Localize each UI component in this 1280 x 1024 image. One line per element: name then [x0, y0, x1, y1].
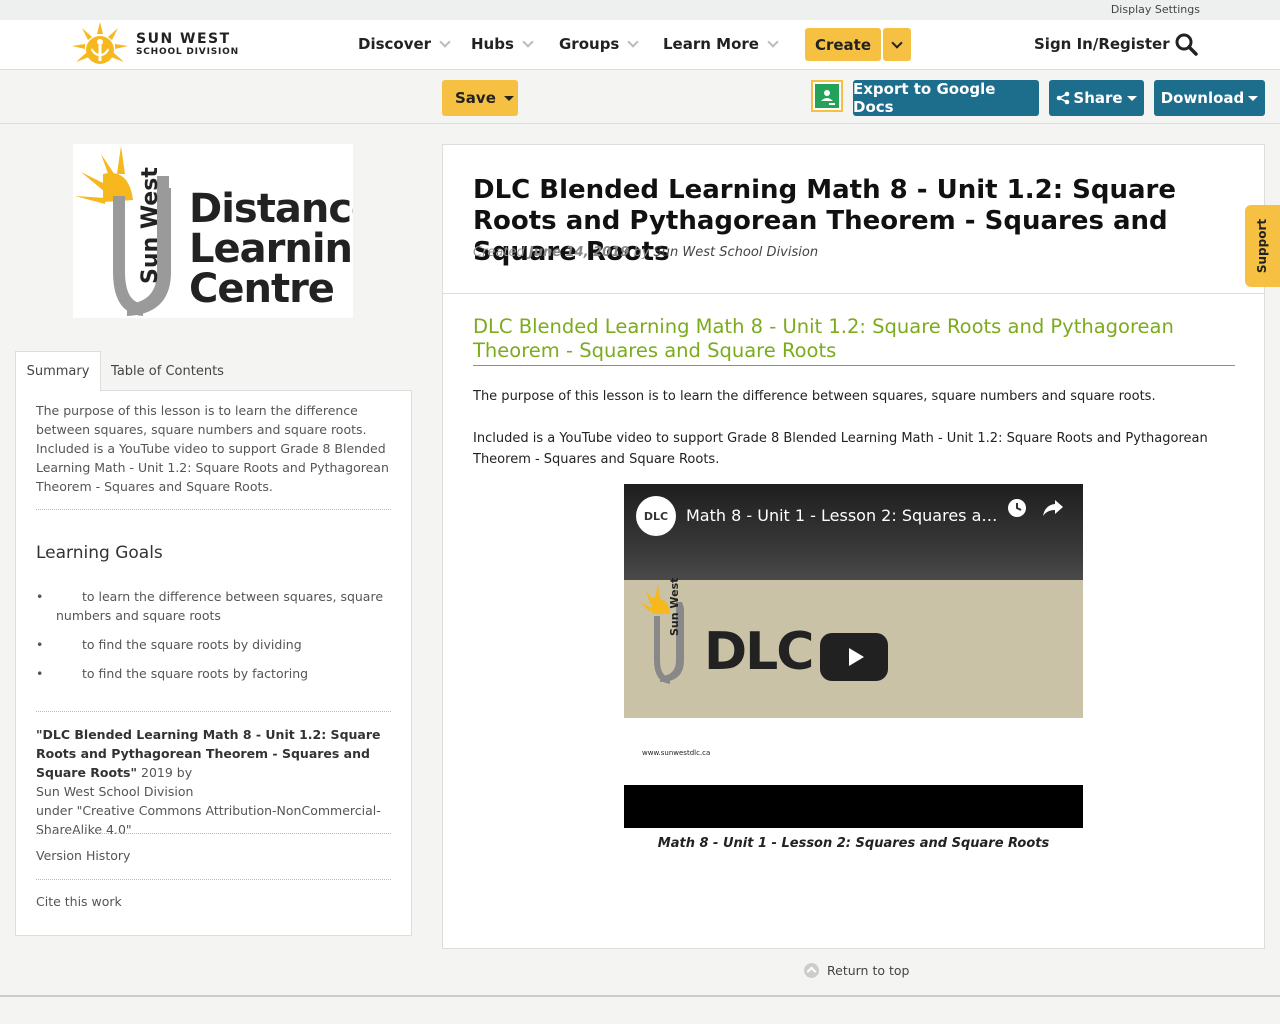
nav-discover-label: Discover	[358, 35, 432, 53]
video-sun-west-text: Sun West	[668, 577, 681, 636]
divider	[36, 879, 391, 880]
author-link[interactable]: Sun West School Division	[654, 245, 819, 260]
license-year: 2019 by	[137, 765, 193, 780]
list-item: to find the square roots by factoring	[36, 664, 391, 683]
license-info: "DLC Blended Learning Math 8 - Unit 1.2:…	[36, 725, 391, 839]
learning-goals-list: to learn the difference between squares,…	[36, 587, 391, 693]
play-icon	[848, 648, 864, 666]
learning-goals-heading: Learning Goals	[36, 543, 163, 563]
download-button[interactable]: Download	[1154, 80, 1265, 116]
dlc-logo-line3: Centre	[189, 266, 334, 312]
created-by: by	[633, 245, 650, 260]
main-navbar: SUN WEST SCHOOL DIVISION Discover Hubs G…	[0, 20, 1280, 70]
chevron-down-icon	[522, 36, 534, 48]
nav-discover[interactable]: Discover	[358, 35, 451, 53]
distance-learning-centre-logo: Sun West Distance Learning Centre	[73, 144, 381, 318]
support-tab[interactable]: Support	[1245, 205, 1280, 287]
tab-summary[interactable]: Summary	[15, 351, 101, 391]
sign-in-register-link[interactable]: Sign In/Register	[1034, 35, 1170, 53]
video-title[interactable]: Math 8 - Unit 1 - Lesson 2: Squares and …	[686, 506, 1006, 525]
section-heading: DLC Blended Learning Math 8 - Unit 1.2: …	[473, 315, 1235, 366]
video-url-text: www.sunwestdlc.ca	[642, 749, 711, 757]
version-history-link[interactable]: Version History	[36, 848, 391, 863]
divider	[36, 833, 391, 834]
save-button[interactable]: Save	[442, 80, 518, 116]
list-item: to find the square roots by dividing	[36, 635, 391, 654]
caret-down-icon	[1126, 95, 1137, 101]
resource-toolbar: Save Export to Google Docs Share Downloa…	[0, 70, 1280, 124]
intro-paragraph: The purpose of this lesson is to learn t…	[473, 389, 1156, 404]
sun-logo-icon	[72, 22, 128, 64]
chevron-down-icon	[627, 36, 640, 48]
utility-bar: Display Settings	[0, 0, 1280, 20]
nav-learn-more-label: Learn More	[663, 35, 759, 53]
created-date: June 14, 2019	[528, 245, 630, 260]
nav-learn-more[interactable]: Learn More	[663, 35, 779, 53]
cite-work-link[interactable]: Cite this work	[36, 894, 391, 909]
create-button[interactable]: Create	[805, 28, 881, 61]
logo-line1: SUN WEST	[136, 30, 231, 47]
list-item: to learn the difference between squares,…	[36, 587, 391, 625]
nav-hubs-label: Hubs	[471, 35, 514, 53]
watch-later-icon[interactable]	[1007, 498, 1027, 518]
nav-hubs[interactable]: Hubs	[471, 35, 534, 53]
license-author: Sun West School Division	[36, 784, 194, 799]
youtube-video-embed[interactable]: DLC Math 8 - Unit 1 - Lesson 2: Squares …	[624, 484, 1083, 828]
search-icon[interactable]	[1174, 32, 1198, 56]
support-label: Support	[1255, 218, 1270, 274]
export-google-docs-button[interactable]: Export to Google Docs	[853, 80, 1039, 116]
share-icon	[1057, 91, 1070, 105]
logo-line2: SCHOOL DIVISION	[136, 46, 239, 57]
nav-groups-label: Groups	[559, 35, 620, 53]
divider	[36, 711, 391, 712]
nav-groups[interactable]: Groups	[559, 35, 640, 53]
resource-header: DLC Blended Learning Math 8 - Unit 1.2: …	[443, 145, 1264, 294]
display-settings-link[interactable]: Display Settings	[1111, 3, 1200, 16]
main-content: DLC Blended Learning Math 8 - Unit 1.2: …	[442, 144, 1265, 949]
chevron-down-icon	[439, 36, 451, 48]
share-label: Share	[1073, 89, 1123, 107]
created-info: Created June 14, 2019 by Sun West School…	[473, 245, 818, 260]
share-button[interactable]: Share	[1049, 80, 1144, 116]
play-button[interactable]	[820, 633, 888, 681]
return-to-top-label: Return to top	[827, 963, 910, 978]
arrow-up-icon	[804, 963, 819, 978]
video-description: Included is a YouTube video to support G…	[473, 431, 1208, 467]
license-work-title: "DLC Blended Learning Math 8 - Unit 1.2:…	[36, 727, 381, 780]
created-label: Created	[473, 245, 525, 260]
caret-down-icon	[503, 95, 514, 101]
dlc-logo-sun-west: Sun West	[138, 167, 163, 284]
summary-panel: The purpose of this lesson is to learn t…	[15, 390, 412, 936]
summary-text: The purpose of this lesson is to learn t…	[36, 403, 389, 494]
license-terms: under "Creative Commons Attribution-NonC…	[36, 803, 381, 837]
chevron-down-icon	[891, 36, 903, 49]
google-classroom-icon[interactable]	[811, 80, 843, 112]
channel-avatar[interactable]: DLC	[636, 496, 676, 536]
sidebar-tabs: Summary Table of Contents	[15, 351, 412, 391]
return-to-top-link[interactable]: Return to top	[804, 963, 909, 978]
video-share-icon[interactable]	[1042, 498, 1064, 518]
save-label: Save	[455, 89, 496, 107]
footer-divider	[0, 995, 1280, 997]
create-dropdown-button[interactable]	[883, 28, 911, 61]
download-label: Download	[1160, 89, 1245, 107]
video-control-bar	[624, 785, 1083, 828]
logo-text: SUN WEST SCHOOL DIVISION	[136, 32, 239, 57]
site-logo[interactable]: SUN WEST SCHOOL DIVISION	[70, 20, 239, 68]
chevron-down-icon	[767, 36, 779, 48]
divider	[36, 509, 391, 510]
tab-table-of-contents[interactable]: Table of Contents	[105, 351, 230, 391]
caret-down-icon	[1248, 95, 1259, 101]
video-dlc-text: DLC	[704, 622, 814, 682]
video-caption: Math 8 - Unit 1 - Lesson 2: Squares and …	[657, 836, 1050, 851]
